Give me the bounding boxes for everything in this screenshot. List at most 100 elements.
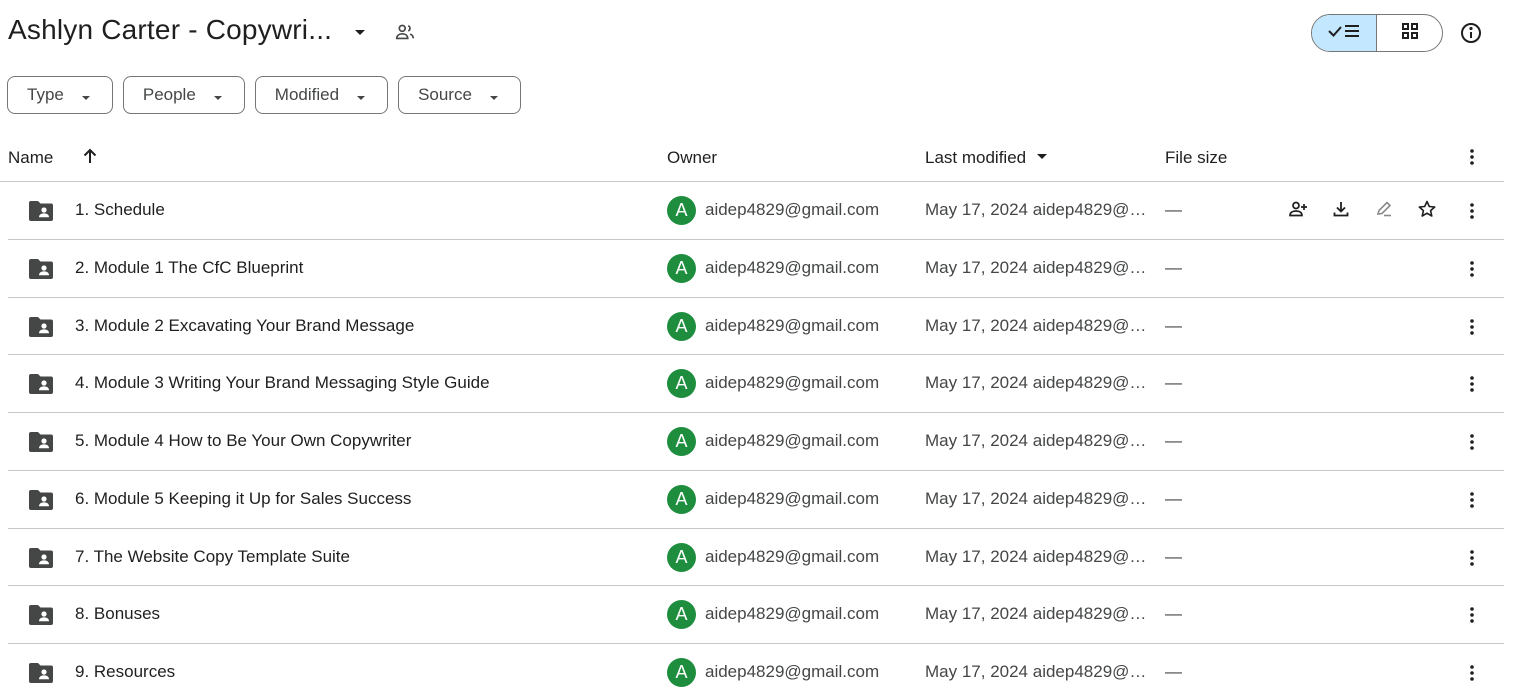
more-vert-icon[interactable] [1462, 316, 1482, 338]
file-row[interactable]: 7. The Website Copy Template Suite Aaidep… [8, 529, 1504, 587]
chip-label: Type [27, 85, 64, 104]
rename-icon[interactable] [1374, 199, 1394, 219]
grid-view-button[interactable] [1377, 15, 1442, 51]
arrow-drop-down-icon [488, 89, 500, 101]
shared-folder-icon [28, 258, 54, 280]
filter-people-chip[interactable]: People [122, 76, 245, 114]
file-row[interactable]: 4. Module 3 Writing Your Brand Messaging… [8, 355, 1504, 413]
file-name[interactable]: 3. Module 2 Excavating Your Brand Messag… [75, 316, 414, 336]
file-row[interactable]: 2. Module 1 The CfC Blueprint Aaidep4829@… [8, 240, 1504, 298]
owner-email: aidep4829@gmail.com [705, 373, 880, 393]
owner-email: aidep4829@gmail.com [705, 546, 880, 566]
owner-email: aidep4829@gmail.com [705, 431, 880, 450]
download-icon[interactable] [1331, 199, 1351, 219]
file-name[interactable]: 2. Module 1 The CfC Blueprint [75, 258, 303, 278]
more-vert-icon[interactable] [1462, 146, 1482, 168]
owner-avatar: A [667, 369, 696, 399]
file-row[interactable]: 6. Module 5 Keeping it Up for Sales Succ… [8, 471, 1504, 529]
file-name[interactable]: 8. Bonuses [75, 604, 160, 624]
shared-folder-icon [28, 200, 54, 222]
more-vert-icon[interactable] [1462, 604, 1482, 626]
owner-avatar: A [667, 658, 696, 687]
last-modified: May 17, 2024 aidep4829@gmail.com [925, 546, 1147, 566]
file-size: — [1165, 257, 1182, 277]
file-size: — [1165, 488, 1182, 508]
arrow-drop-down-icon [212, 89, 224, 101]
file-size: — [1165, 315, 1182, 335]
list-view-button[interactable] [1312, 15, 1377, 51]
people-icon[interactable] [394, 21, 416, 43]
more-vert-icon[interactable] [1462, 547, 1482, 569]
share-person-add-icon[interactable] [1288, 199, 1308, 219]
column-owner[interactable]: Owner [667, 148, 717, 168]
owner-avatar: A [667, 427, 696, 456]
shared-folder-icon [28, 431, 54, 453]
column-last-modified[interactable]: Last modified [925, 148, 1049, 168]
last-modified: May 17, 2024 aidep4829@gmail.com [925, 431, 1147, 450]
shared-folder-icon [28, 489, 54, 511]
file-name[interactable]: 4. Module 3 Writing Your Brand Messaging… [75, 373, 490, 393]
shared-folder-icon [28, 316, 54, 338]
more-vert-icon[interactable] [1462, 200, 1482, 222]
star-icon[interactable] [1417, 199, 1437, 219]
file-size: — [1165, 604, 1182, 624]
column-file-size[interactable]: File size [1165, 148, 1227, 168]
file-size: — [1165, 546, 1182, 566]
check-list-icon [1327, 21, 1361, 46]
file-list: 1. Schedule Aaidep4829@gmail.com May 17, 2… [0, 182, 1504, 696]
file-size: — [1165, 200, 1182, 219]
arrow-drop-down-icon [1035, 148, 1049, 160]
shared-folder-icon [28, 373, 54, 395]
column-header: Name Owner Last modified File size [0, 138, 1504, 182]
last-modified: May 17, 2024 aidep4829@gmail.com [925, 315, 1147, 335]
column-last-modified-label: Last modified [925, 148, 1027, 167]
file-row[interactable]: 1. Schedule Aaidep4829@gmail.com May 17, 2… [8, 182, 1504, 240]
filter-type-chip[interactable]: Type [7, 76, 113, 114]
owner-avatar: A [667, 600, 696, 630]
file-row[interactable]: 9. Resources Aaidep4829@gmail.com May 17, … [8, 644, 1504, 696]
chip-label: Source [418, 85, 472, 104]
last-modified: May 17, 2024 aidep4829@gmail.com [925, 257, 1147, 277]
shared-folder-icon [28, 604, 54, 626]
more-vert-icon[interactable] [1462, 373, 1482, 395]
owner-avatar: A [667, 311, 696, 341]
grid-icon [1400, 21, 1420, 46]
file-name[interactable]: 5. Module 4 How to Be Your Own Copywrite… [75, 431, 411, 451]
file-row[interactable]: 3. Module 2 Excavating Your Brand Messag… [8, 298, 1504, 356]
owner-avatar: A [667, 253, 696, 283]
owner-email: aidep4829@gmail.com [705, 488, 880, 508]
view-toggle [1311, 14, 1443, 52]
header: Ashlyn Carter - Copywri... [0, 0, 1516, 66]
info-icon[interactable] [1459, 21, 1483, 45]
last-modified: May 17, 2024 aidep4829@gmail.com [925, 488, 1147, 508]
owner-avatar: A [667, 542, 696, 572]
file-size: — [1165, 373, 1182, 393]
column-name[interactable]: Name [8, 148, 53, 168]
file-name[interactable]: 6. Module 5 Keeping it Up for Sales Succ… [75, 489, 411, 509]
more-vert-icon[interactable] [1462, 489, 1482, 511]
shared-folder-icon [28, 662, 54, 684]
filter-source-chip[interactable]: Source [398, 76, 521, 114]
folder-title[interactable]: Ashlyn Carter - Copywri... [8, 14, 332, 46]
last-modified: May 17, 2024 aidep4829@gmail.com [925, 604, 1147, 624]
arrow-drop-down-icon[interactable] [350, 22, 370, 42]
file-name[interactable]: 1. Schedule [75, 200, 165, 220]
file-name[interactable]: 7. The Website Copy Template Suite [75, 547, 350, 567]
owner-avatar: A [667, 484, 696, 514]
last-modified: May 17, 2024 aidep4829@gmail.com [925, 373, 1147, 393]
more-vert-icon[interactable] [1462, 662, 1482, 684]
filter-modified-chip[interactable]: Modified [254, 76, 389, 114]
file-name[interactable]: 9. Resources [75, 662, 175, 682]
more-vert-icon[interactable] [1462, 431, 1482, 453]
owner-email: aidep4829@gmail.com [705, 604, 880, 624]
owner-avatar: A [667, 196, 696, 225]
file-size: — [1165, 431, 1182, 450]
file-row[interactable]: 8. Bonuses Aaidep4829@gmail.com May 17, 20… [8, 586, 1504, 644]
arrow-drop-down-icon [80, 89, 92, 101]
row-actions [1288, 199, 1437, 219]
last-modified: May 17, 2024 aidep4829@gmail.com [925, 200, 1147, 219]
file-row[interactable]: 5. Module 4 How to Be Your Own Copywrite… [8, 413, 1504, 471]
arrow-drop-down-icon [355, 89, 367, 101]
arrow-up-icon[interactable] [80, 146, 100, 166]
more-vert-icon[interactable] [1462, 258, 1482, 280]
